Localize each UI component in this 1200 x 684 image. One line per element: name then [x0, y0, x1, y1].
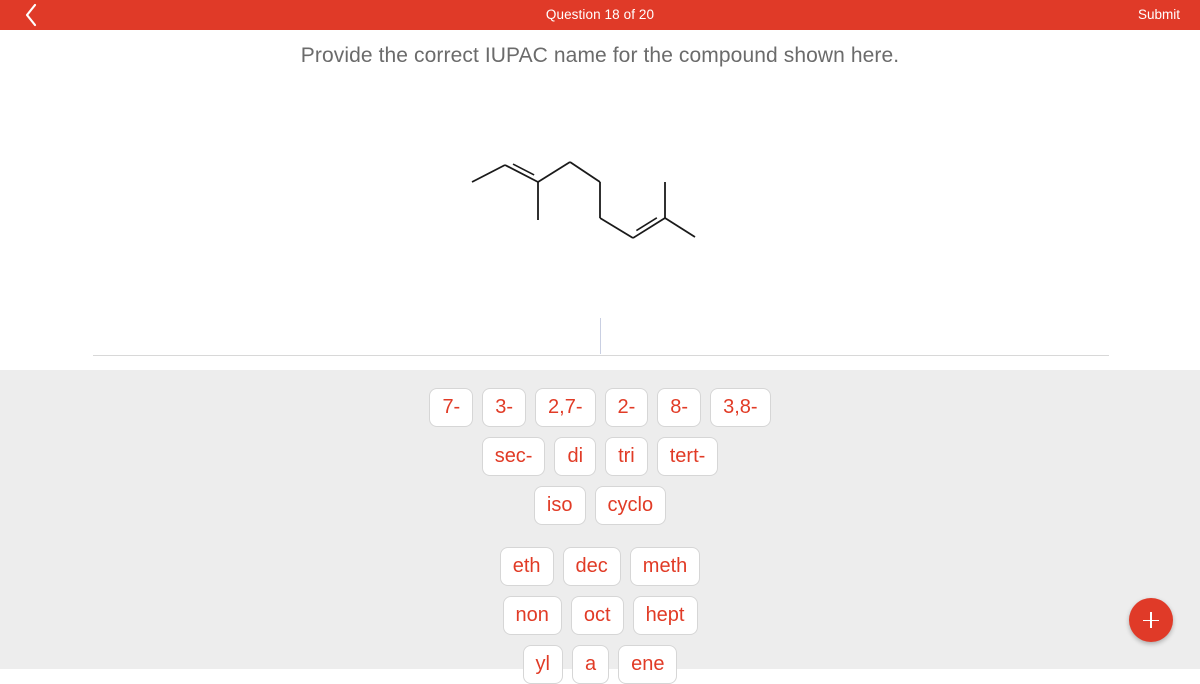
answer-underline	[93, 355, 1109, 356]
answer-tile[interactable]: yl	[522, 645, 563, 684]
answer-tile[interactable]: di	[554, 437, 597, 476]
tile-row: iso cyclo	[0, 486, 1200, 525]
answer-tile[interactable]: 2,7-	[535, 388, 596, 427]
answer-tile[interactable]: a	[571, 645, 610, 684]
compound-structure	[0, 120, 1200, 280]
top-app-bar: Question 18 of 20 Submit	[0, 0, 1200, 30]
answer-tile[interactable]: ene	[618, 645, 678, 684]
submit-button[interactable]: Submit	[1134, 0, 1184, 30]
question-counter-title: Question 18 of 20	[545, 7, 655, 22]
answer-tile[interactable]: oct	[570, 596, 624, 635]
tile-row: eth dec meth	[0, 547, 1200, 586]
answer-tile[interactable]: 7-	[429, 388, 474, 427]
answer-tile[interactable]: cyclo	[594, 486, 667, 525]
question-prompt: Provide the correct IUPAC name for the c…	[300, 44, 900, 67]
question-screen: Question 18 of 20 Submit Provide the cor…	[0, 0, 1200, 684]
answer-tile[interactable]: hept	[632, 596, 698, 635]
answer-tile[interactable]: dec	[562, 547, 621, 586]
tile-row: non oct hept	[0, 596, 1200, 635]
tile-row: sec-di tri tert-	[0, 437, 1200, 476]
answer-tile[interactable]: tri	[605, 437, 648, 476]
answer-tile[interactable]: tert-	[656, 437, 719, 476]
plus-icon-vertical-stroke	[1150, 612, 1152, 628]
tile-row: yl a ene	[0, 645, 1200, 684]
answer-tile[interactable]: sec-	[481, 437, 546, 476]
answer-tile[interactable]: eth	[499, 547, 554, 586]
answer-tile[interactable]: 3,8-	[710, 388, 771, 427]
answer-tile[interactable]: non	[502, 596, 562, 635]
text-caret	[600, 318, 601, 354]
answer-tile[interactable]: 3-	[482, 388, 527, 427]
answer-input[interactable]	[93, 300, 1109, 356]
answer-tile[interactable]: meth	[629, 547, 701, 586]
answer-tile-tray: 7- 3- 2,7- 2- 8- 3,8- sec-di tri tert-iso cyclo et…	[0, 370, 1200, 684]
answer-tile[interactable]: 2-	[604, 388, 649, 427]
add-button[interactable]	[1129, 598, 1173, 642]
tile-rows: 7- 3- 2,7- 2- 8- 3,8- sec-di tri tert-iso cyclo et…	[0, 388, 1200, 684]
answer-tile[interactable]: iso	[533, 486, 586, 525]
tile-row: 7- 3- 2,7- 2- 8- 3,8-	[0, 388, 1200, 427]
answer-tile[interactable]: 8-	[657, 388, 702, 427]
skeletal-formula-svg	[471, 161, 696, 239]
